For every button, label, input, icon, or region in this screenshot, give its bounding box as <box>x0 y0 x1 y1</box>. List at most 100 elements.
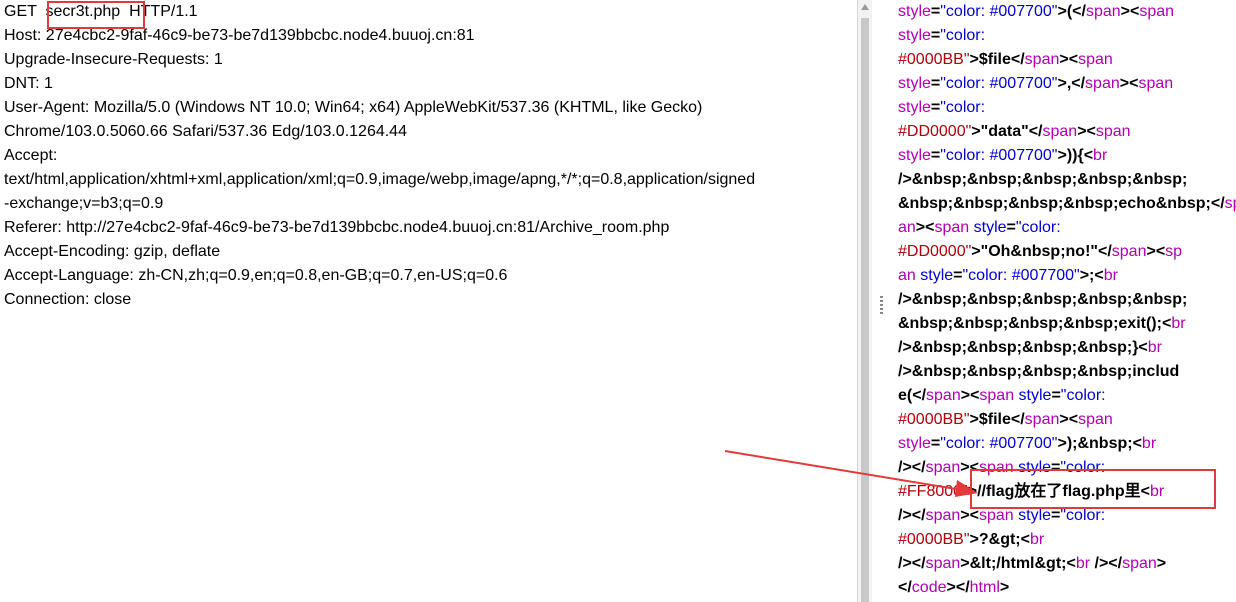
response-token: style <box>915 267 954 284</box>
response-token: >"data"</ <box>971 123 1043 140</box>
response-token: br <box>1029 531 1045 548</box>
response-line[interactable]: />&nbsp;&nbsp;&nbsp;&nbsp;includ <box>898 360 1179 384</box>
response-line[interactable]: style="color: #007700">)){<br <box>898 144 1107 168</box>
response-token: >< <box>960 507 979 524</box>
request-header-user-agent[interactable]: User-Agent: Mozilla/5.0 (Windows NT 10.0… <box>4 96 702 120</box>
response-line[interactable]: style="color: #007700">);&nbsp;<br <box>898 432 1156 456</box>
response-token: "color: #007700" <box>940 147 1058 164</box>
response-token: />&nbsp;&nbsp;&nbsp;&nbsp;&nbsp; <box>898 171 1188 188</box>
response-token: >< <box>915 219 935 236</box>
response-token: span <box>1024 51 1060 68</box>
pane-splitter[interactable] <box>872 0 884 602</box>
response-line[interactable]: #DD0000">"data"</span><span <box>898 120 1131 144</box>
highlight-box-flag-comment <box>970 469 1216 509</box>
response-line[interactable]: />&nbsp;&nbsp;&nbsp;&nbsp;&nbsp; <box>898 288 1187 312</box>
response-token: >< <box>1059 411 1079 428</box>
response-token: /></ <box>898 507 926 524</box>
response-token: >?&gt;< <box>969 531 1030 548</box>
request-header-accept-encoding[interactable]: Accept-Encoding: gzip, deflate <box>4 240 220 264</box>
response-token: >$file</ <box>969 411 1025 428</box>
response-token: span <box>934 219 970 236</box>
response-token: span <box>1078 51 1113 68</box>
response-token: >< <box>960 387 980 404</box>
response-token: >&lt;/html&gt;< <box>960 555 1076 572</box>
response-line[interactable]: />&nbsp;&nbsp;&nbsp;&nbsp;}<br <box>898 336 1162 360</box>
response-token: span <box>1078 411 1113 428</box>
request-editor-pane[interactable]: GET secr3t.php HTTP/1.1 Host: 27e4cbc2-9… <box>0 0 857 602</box>
response-token: = <box>930 75 941 92</box>
response-token: span <box>925 459 961 476</box>
response-token: span <box>1042 123 1078 140</box>
request-header-accept-language[interactable]: Accept-Language: zh-CN,zh;q=0.9,en;q=0.8… <box>4 264 507 288</box>
response-token: "color: <box>940 27 986 44</box>
response-token: style <box>898 27 931 44</box>
response-token: span <box>1085 75 1120 92</box>
response-line[interactable]: #0000BB">?&gt;<br <box>898 528 1044 552</box>
request-scrollbar[interactable] <box>857 0 872 602</box>
response-token: = <box>930 99 941 116</box>
response-token: >< <box>1059 51 1079 68</box>
response-token: br <box>1075 555 1091 572</box>
response-token: span <box>1095 123 1131 140</box>
response-line[interactable]: e(</span><span style="color: <box>898 384 1106 408</box>
response-token: style <box>1014 387 1052 404</box>
response-line[interactable]: &nbsp;&nbsp;&nbsp;&nbsp;exit();<br <box>898 312 1186 336</box>
response-token: >;< <box>1079 267 1104 284</box>
response-line[interactable]: </code></html> <box>898 576 1009 600</box>
response-line[interactable]: an><span style="color: <box>898 216 1061 240</box>
response-token: an <box>898 267 916 284</box>
response-token: style <box>969 219 1007 236</box>
response-token: #DD0000" <box>898 243 972 260</box>
response-line[interactable]: #DD0000">"Oh&nbsp;no!"</span><sp <box>898 240 1182 264</box>
response-token: ></ <box>946 579 970 596</box>
response-token: </ <box>898 579 912 596</box>
request-header-user-agent-cont[interactable]: Chrome/103.0.5060.66 Safari/537.36 Edg/1… <box>4 120 407 144</box>
request-header-referer[interactable]: Referer: http://27e4cbc2-9faf-46c9-be73-… <box>4 216 669 240</box>
response-token: = <box>930 27 941 44</box>
request-header-accept-value[interactable]: text/html,application/xhtml+xml,applicat… <box>4 168 755 192</box>
response-token: />&nbsp;&nbsp;&nbsp;&nbsp;includ <box>898 363 1180 380</box>
response-line[interactable]: />&nbsp;&nbsp;&nbsp;&nbsp;&nbsp; <box>898 168 1187 192</box>
response-token: span <box>925 507 961 524</box>
request-header-accept[interactable]: Accept: <box>4 144 57 168</box>
response-line[interactable]: /></span>&lt;/html&gt;<br /></span> <box>898 552 1166 576</box>
splitter-grip-icon[interactable] <box>880 296 883 314</box>
response-token: = <box>1051 387 1061 404</box>
request-header-dnt[interactable]: DNT: 1 <box>4 72 53 96</box>
response-token: #0000BB" <box>898 531 970 548</box>
response-token: = <box>930 3 941 20</box>
response-token: >(</ <box>1057 3 1086 20</box>
response-line[interactable]: style="color: #007700">,</span><span <box>898 72 1173 96</box>
response-token: br <box>1171 315 1186 332</box>
response-line[interactable]: #0000BB">$file</span><span <box>898 48 1113 72</box>
response-token: #0000BB" <box>898 51 970 68</box>
request-header-connection[interactable]: Connection: close <box>4 288 131 312</box>
response-token: /></ <box>898 459 926 476</box>
response-token: style <box>1013 507 1052 524</box>
request-header-upgrade[interactable]: Upgrade-Insecure-Requests: 1 <box>4 48 223 72</box>
response-token: br <box>1103 267 1118 284</box>
scrollbar-thumb[interactable] <box>861 18 869 602</box>
response-token: #0000BB" <box>898 411 970 428</box>
response-token: = <box>930 435 941 452</box>
request-header-accept-cont[interactable]: -exchange;v=b3;q=0.9 <box>4 192 163 216</box>
scroll-up-arrow-icon[interactable] <box>861 4 869 10</box>
response-line[interactable]: an style="color: #007700">;<br <box>898 264 1118 288</box>
response-token: > <box>1156 555 1167 572</box>
response-line[interactable]: #0000BB">$file</span><span <box>898 408 1113 432</box>
response-token: an <box>898 219 916 236</box>
response-token: >);&nbsp;< <box>1057 435 1142 452</box>
response-token: span <box>1122 555 1157 572</box>
response-line[interactable]: &nbsp;&nbsp;&nbsp;&nbsp;echo&nbsp;</sp <box>898 192 1236 216</box>
response-line[interactable]: style="color: <box>898 24 985 48</box>
response-token: /></ <box>1090 555 1123 572</box>
response-line[interactable]: style="color: <box>898 96 985 120</box>
response-token: />&nbsp;&nbsp;&nbsp;&nbsp;&nbsp; <box>898 291 1188 308</box>
response-token: style <box>898 435 931 452</box>
response-view-pane[interactable]: style="color: #007700">(</span><span styl… <box>884 0 1236 602</box>
response-token: &nbsp;&nbsp;&nbsp;&nbsp;echo&nbsp;</ <box>898 195 1225 212</box>
response-line[interactable]: style="color: #007700">(</span><span <box>898 0 1174 24</box>
response-token: >< <box>1119 75 1139 92</box>
response-token: "color: <box>1015 219 1061 236</box>
response-token: span <box>979 387 1015 404</box>
